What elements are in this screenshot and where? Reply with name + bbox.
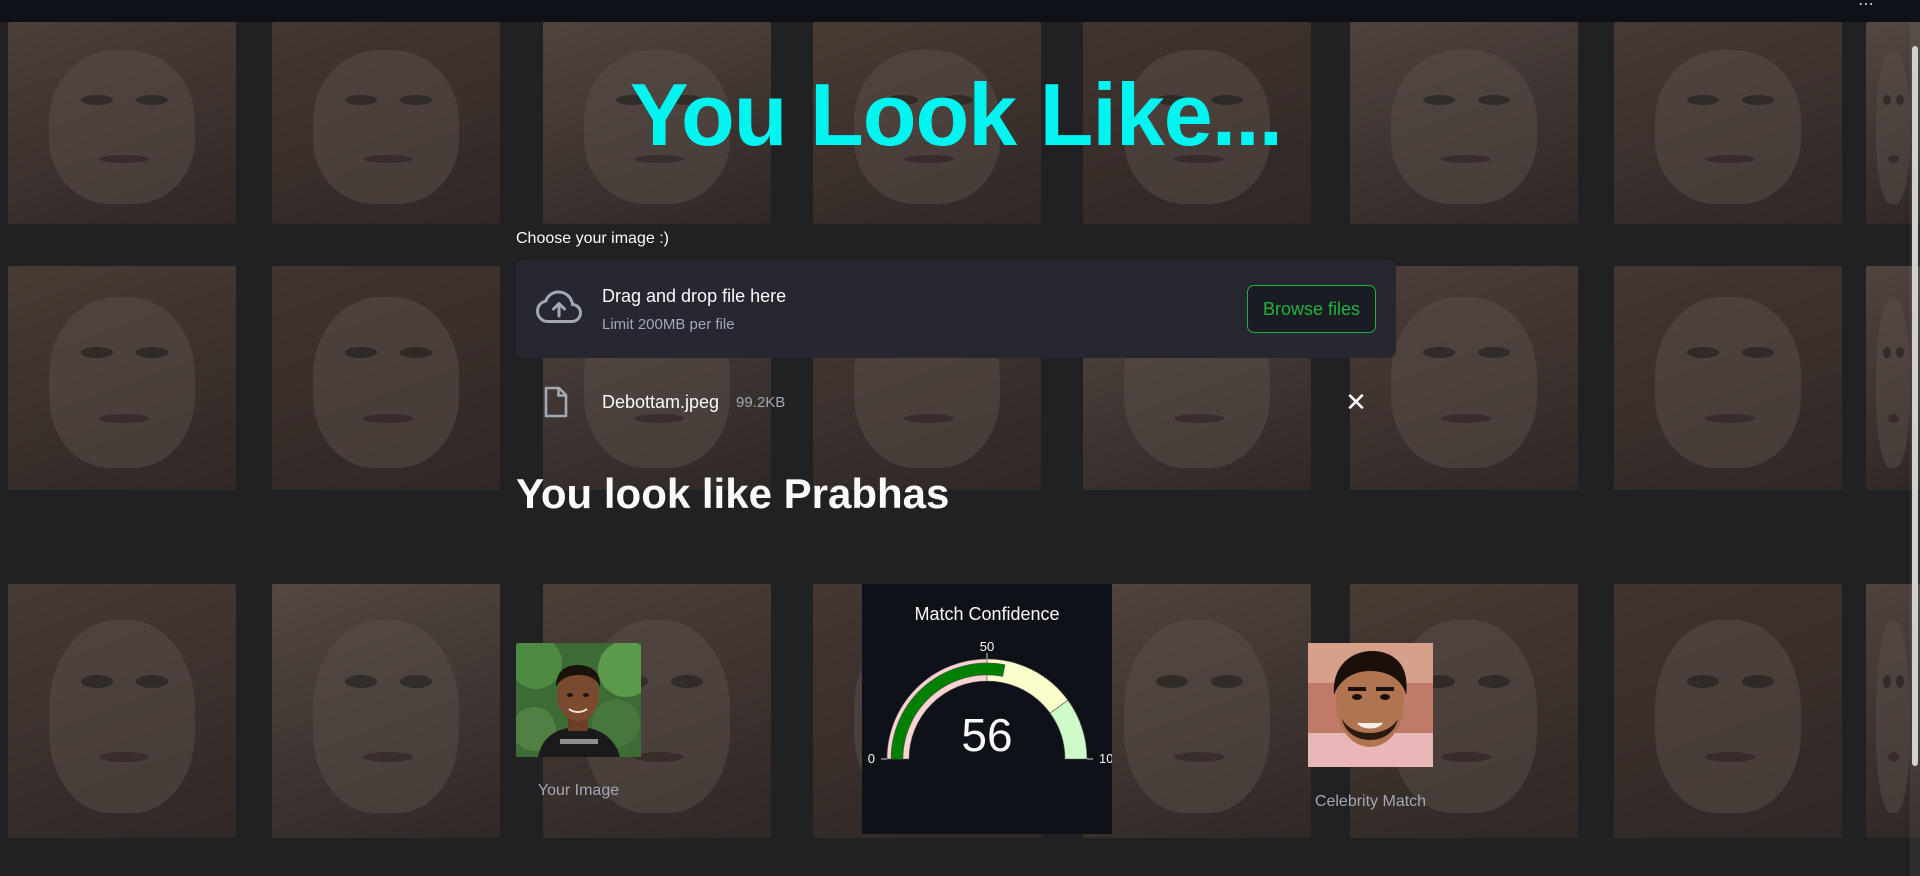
celebrity-image-caption: Celebrity Match — [1314, 793, 1427, 810]
remove-file-close-icon[interactable]: ✕ — [1342, 388, 1370, 416]
dropzone-limit: Limit 200MB per file — [602, 316, 735, 333]
page-title: You Look Like... — [629, 65, 1283, 164]
uploaded-file-row: Debottam.jpeg 99.2KB ✕ — [516, 380, 1396, 426]
app-header: ⋯ — [0, 0, 1920, 22]
file-dropzone[interactable]: Drag and drop file here Limit 200MB per … — [516, 260, 1396, 358]
dropzone-title: Drag and drop file here — [602, 286, 787, 306]
gauge-min-label: 0 — [868, 751, 875, 766]
user-image-caption: Your Image — [537, 782, 620, 799]
result-heading: You look like Prabhas — [516, 470, 950, 517]
scrollbar[interactable] — [1910, 22, 1920, 876]
match-confidence-gauge: 0 50 10 56 Match Confidence — [862, 584, 1112, 834]
user-photo — [516, 643, 641, 757]
file-icon — [544, 386, 568, 418]
gauge-band-2 — [1049, 699, 1088, 760]
uploaded-file-size: 99.2KB — [736, 394, 786, 411]
gauge-mid-label: 50 — [980, 639, 994, 654]
celebrity-photo — [1308, 643, 1433, 767]
scrollbar-thumb[interactable] — [1912, 46, 1918, 766]
user-photo-graphic — [516, 643, 641, 757]
browse-files-button[interactable]: Browse files — [1246, 285, 1376, 333]
gauge-title: Match Confidence — [914, 604, 1060, 624]
main-menu-icon[interactable]: ⋯ — [1858, 0, 1878, 14]
gauge-max-label: 10 — [1099, 751, 1112, 766]
celebrity-photo-graphic — [1308, 643, 1433, 767]
app-root: ⋯ You Look Like... Choose your image :) … — [0, 0, 1920, 876]
uploaded-file-name: Debottam.jpeg — [602, 392, 720, 412]
uploader-label: Choose your image :) — [516, 230, 669, 247]
cloud-upload-icon — [536, 290, 582, 323]
gauge-value-label: 56 — [961, 709, 1012, 761]
